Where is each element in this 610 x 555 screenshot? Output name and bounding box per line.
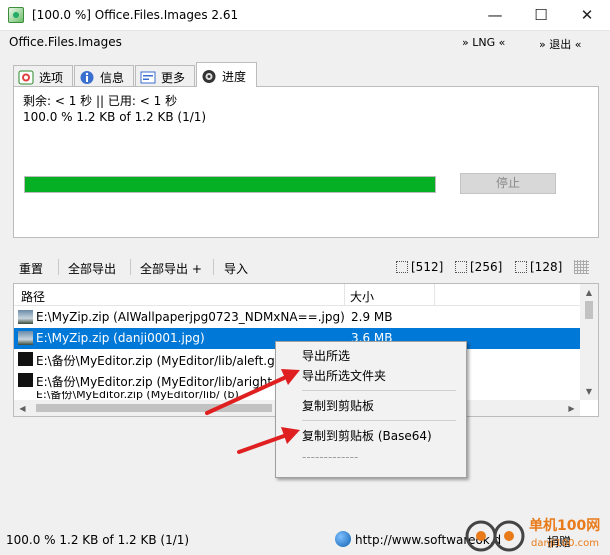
arrow-icon xyxy=(205,369,300,415)
progress-icon xyxy=(201,69,217,84)
watermark-text: 单机100网 xyxy=(529,517,600,534)
arrow-icon xyxy=(237,427,300,454)
tab-progress-label: 进度 xyxy=(222,69,247,84)
status-progress: 100.0 % 1.2 KB of 1.2 KB (1/1) xyxy=(6,533,190,547)
watermark-logo: 单机100网 danji100.com xyxy=(465,517,600,552)
watermark-subtext: danji100.com xyxy=(531,538,599,549)
tab-progress[interactable]: 进度 xyxy=(196,62,257,87)
annotation-arrows xyxy=(205,369,300,454)
globe-icon xyxy=(335,531,351,547)
